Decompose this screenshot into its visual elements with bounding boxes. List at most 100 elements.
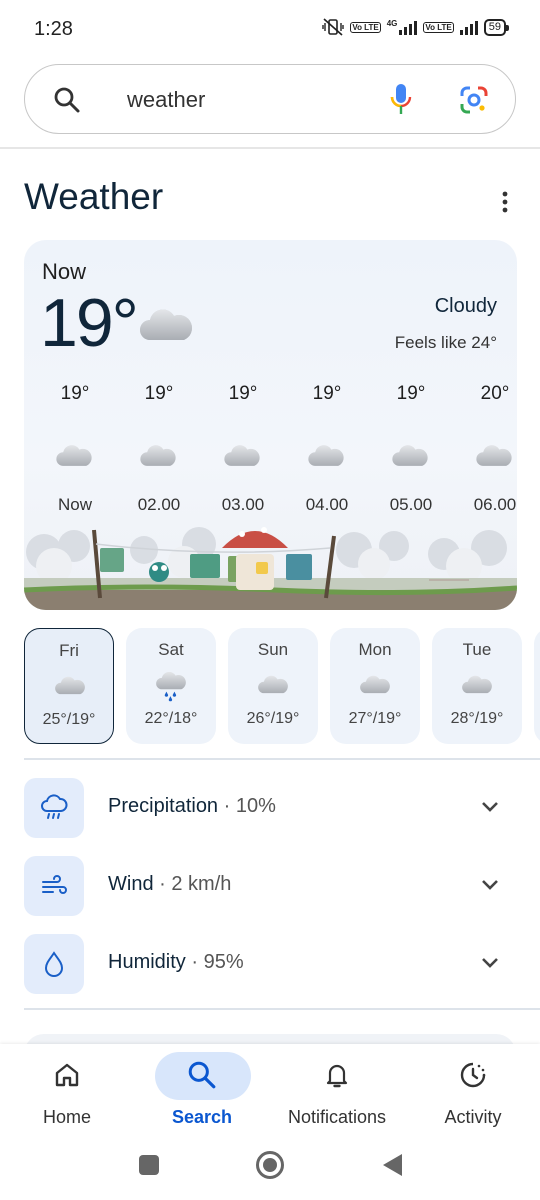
precipitation-row[interactable]: Precipitation · 10% xyxy=(24,778,516,838)
header-divider xyxy=(0,147,540,149)
recents-button-icon[interactable] xyxy=(138,1154,160,1176)
temperature-range: 25°/19° xyxy=(42,711,96,728)
humidity-icon-box xyxy=(24,934,84,994)
activity-icon xyxy=(460,1062,486,1088)
nav-search[interactable]: Search xyxy=(137,1044,267,1138)
volte-badge-2: Vo LTE xyxy=(423,21,454,33)
cloud-icon xyxy=(392,445,428,466)
daily-forecast-item[interactable]: Sun 26°/19° xyxy=(228,628,318,744)
daily-forecast-item[interactable]: Fri 25°/19° xyxy=(24,628,114,744)
hourly-temp: 19° xyxy=(60,383,90,404)
daily-forecast-item[interactable]: Tue 28°/19° xyxy=(432,628,522,744)
precipitation-label: Precipitation xyxy=(108,795,219,817)
network-type: 4G xyxy=(386,19,398,28)
hourly-temp: 20° xyxy=(480,383,510,404)
search-icon xyxy=(188,1061,216,1089)
hourly-time: 03.00 xyxy=(221,495,265,514)
cloud-icon xyxy=(140,309,192,340)
hourly-temp: 19° xyxy=(144,383,174,404)
day-name: Sat xyxy=(158,640,184,659)
feels-like-text: Feels like 24° xyxy=(394,333,497,352)
temperature-range: 28°/19° xyxy=(450,710,504,727)
cloud-icon xyxy=(55,676,85,695)
hourly-time: Now xyxy=(57,495,92,514)
search-query[interactable]: weather xyxy=(127,87,205,113)
cloud-icon xyxy=(360,675,390,694)
bottom-navigation: Home Search Notifications Activity xyxy=(0,1044,540,1138)
wind-icon-box xyxy=(24,856,84,916)
signal-icon-2 xyxy=(459,19,478,35)
status-time: 1:28 xyxy=(34,18,73,40)
daily-forecast-item-partial[interactable] xyxy=(534,628,540,744)
google-lens-icon[interactable] xyxy=(459,85,489,115)
wind-label: Wind xyxy=(108,873,154,895)
search-icon xyxy=(54,87,80,113)
precipitation-icon xyxy=(41,794,68,819)
temperature-range: 27°/19° xyxy=(348,710,402,727)
day-name: Tue xyxy=(462,640,492,659)
humidity-drop-icon xyxy=(44,951,64,977)
weather-illustration xyxy=(24,527,517,610)
detail-label: Humidity · 95% xyxy=(108,951,244,974)
cloud-icon xyxy=(462,675,492,694)
cloud-icon xyxy=(56,445,92,466)
hourly-time: 04.00 xyxy=(305,495,349,514)
wind-icon xyxy=(42,875,67,894)
humidity-value: 95% xyxy=(203,951,244,973)
hourly-time: 06.00 xyxy=(473,495,517,514)
home-button-icon[interactable] xyxy=(255,1150,285,1180)
nav-search-label: Search xyxy=(171,1107,233,1127)
system-navigation-bar xyxy=(0,1138,540,1200)
detail-label: Precipitation · 10% xyxy=(108,795,276,818)
separator-dot: · xyxy=(223,795,231,817)
chevron-down-icon[interactable] xyxy=(480,878,500,892)
chevron-down-icon[interactable] xyxy=(480,956,500,970)
nav-home[interactable]: Home xyxy=(2,1044,132,1138)
condition-text: Cloudy xyxy=(434,295,497,317)
bell-icon xyxy=(326,1064,348,1088)
day-name: Mon xyxy=(358,640,392,659)
signal-icon-1: 4G xyxy=(387,19,418,35)
wind-row[interactable]: Wind · 2 km/h xyxy=(24,856,516,916)
rain-cloud-icon xyxy=(156,672,186,702)
vibrate-off-icon xyxy=(322,18,345,36)
temperature-range: 26°/19° xyxy=(246,710,300,727)
nav-notifications-label: Notifications xyxy=(287,1107,387,1127)
microphone-icon[interactable] xyxy=(389,82,413,118)
nav-notifications[interactable]: Notifications xyxy=(272,1044,402,1138)
current-weather-card[interactable]: Now 19° Cloudy Feels like 24° 19° Now 19… xyxy=(24,240,517,610)
day-name: Fri xyxy=(59,641,79,660)
day-name: Sun xyxy=(257,640,289,659)
hourly-temp: 19° xyxy=(228,383,258,404)
humidity-label: Humidity xyxy=(108,951,186,973)
back-button-icon[interactable] xyxy=(380,1152,404,1178)
detail-label: Wind · 2 km/h xyxy=(108,873,231,896)
cloud-icon xyxy=(224,445,260,466)
cloud-icon xyxy=(258,675,288,694)
daily-forecast-item[interactable]: Mon 27°/19° xyxy=(330,628,420,744)
precipitation-value: 10% xyxy=(235,795,276,817)
temperature-range: 22°/18° xyxy=(144,710,198,727)
current-temperature: 19° xyxy=(40,285,139,361)
cloud-icon xyxy=(140,445,176,466)
nav-activity[interactable]: Activity xyxy=(408,1044,538,1138)
search-bar[interactable]: weather xyxy=(24,64,516,134)
section-divider xyxy=(24,758,540,760)
more-options-icon[interactable] xyxy=(498,190,512,214)
hourly-temp: 19° xyxy=(312,383,342,404)
precipitation-icon-box xyxy=(24,778,84,838)
hourly-time: 02.00 xyxy=(137,495,181,514)
wind-value: 2 km/h xyxy=(171,873,232,895)
chevron-down-icon[interactable] xyxy=(480,800,500,814)
section-divider xyxy=(24,1008,540,1010)
weather-title: Weather xyxy=(24,176,164,217)
separator-dot: · xyxy=(191,951,199,973)
separator-dot: · xyxy=(159,873,166,895)
nav-activity-label: Activity xyxy=(444,1107,502,1127)
daily-forecast-row[interactable]: Fri 25°/19° Sat 22°/18° Sun 26°/19° Mon … xyxy=(24,628,540,744)
humidity-row[interactable]: Humidity · 95% xyxy=(24,934,516,994)
battery-icon: 59 xyxy=(483,18,510,36)
daily-forecast-item[interactable]: Sat 22°/18° xyxy=(126,628,216,744)
cloud-icon xyxy=(476,445,512,466)
hourly-time: 05.00 xyxy=(389,495,433,514)
